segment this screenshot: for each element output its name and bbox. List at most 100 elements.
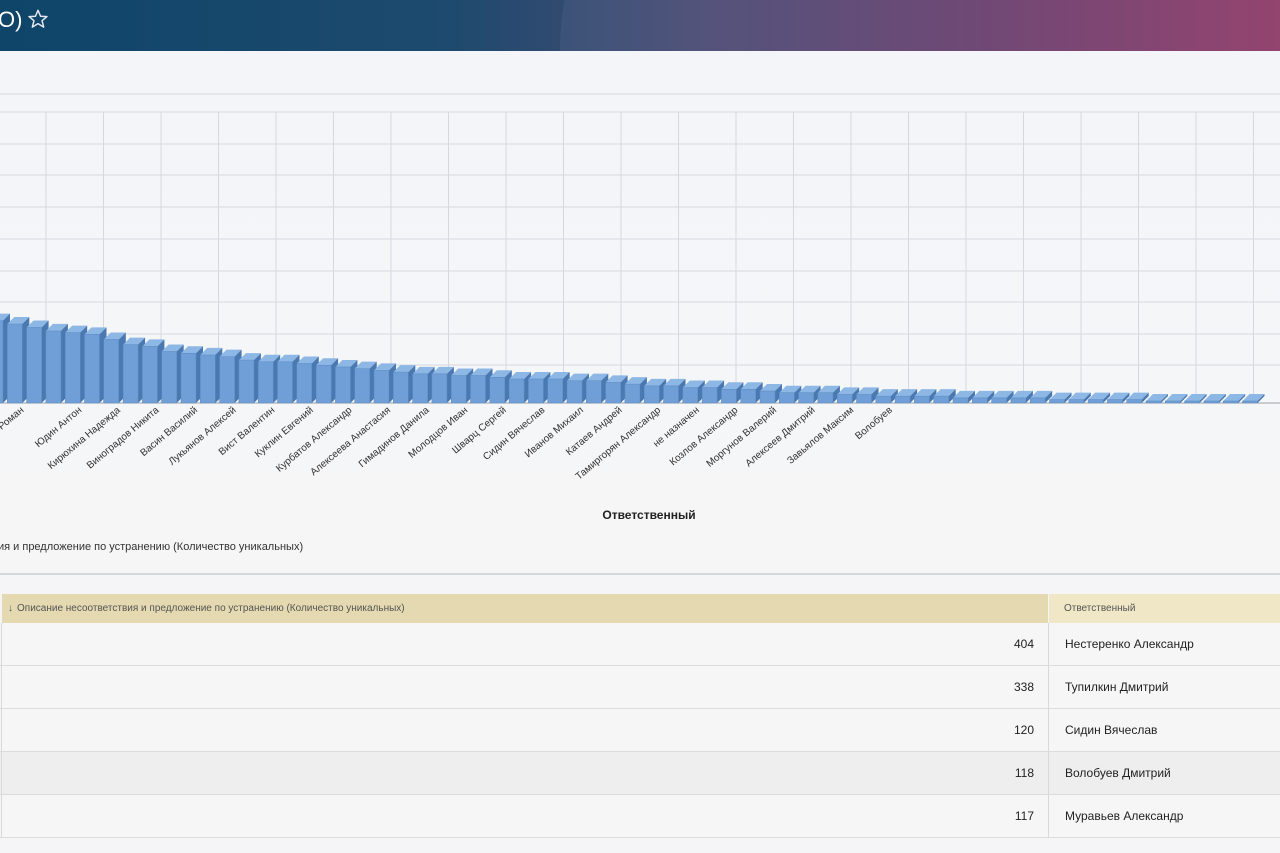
column-header-description[interactable]: ↓ Описание несоответствия и предложение п… — [2, 594, 1048, 623]
bar — [335, 366, 351, 404]
bar — [0, 320, 4, 404]
column-header-description-label: Описание несоответствия и предложение по… — [17, 603, 405, 614]
bar — [605, 382, 621, 404]
bar — [875, 395, 892, 404]
bar — [450, 375, 467, 404]
chart-legend[interactable]: ия и предложение по устранению (Количест… — [0, 541, 303, 553]
bar — [817, 392, 834, 404]
x-tick-label: Виноградов Никита — [85, 405, 162, 472]
bar — [586, 380, 602, 404]
page-title: O) — [0, 7, 23, 32]
bar — [142, 346, 158, 404]
bar — [1184, 400, 1200, 404]
app-header: O) — [0, 0, 1280, 51]
x-tick-label: Виноградов Роман — [0, 405, 26, 470]
bar — [489, 377, 506, 404]
bar — [200, 354, 216, 404]
bar — [393, 371, 409, 404]
row-responsible: Волобуев Дмитрий — [1065, 766, 1171, 780]
x-tick-label: Лукьянов Алексей — [167, 405, 239, 468]
bar — [836, 394, 853, 404]
row-count: 117 — [1014, 809, 1034, 823]
bar — [412, 373, 428, 404]
bar — [1029, 397, 1046, 404]
bar — [238, 359, 255, 404]
bar — [624, 383, 641, 404]
bar — [894, 395, 911, 404]
bar — [1010, 397, 1027, 404]
bar — [103, 339, 120, 404]
bar — [257, 361, 274, 404]
bar — [161, 351, 177, 404]
bar — [26, 327, 42, 404]
bar — [296, 363, 313, 404]
bar — [315, 364, 332, 404]
row-responsible: Сидин Вячеслав — [1065, 723, 1158, 737]
bar-chart: Виноградов РоманЮдин АнтонКирюхина Надеж… — [0, 93, 1280, 482]
bar — [914, 395, 930, 404]
table-row[interactable]: 404 Нестеренко Александр — [0, 623, 1280, 666]
table-row[interactable]: 117 Муравьев Александр — [0, 795, 1280, 838]
column-divider — [1048, 623, 1049, 665]
row-responsible: Тупилкин Дмитрий — [1065, 680, 1169, 694]
bar — [663, 385, 679, 404]
table-row[interactable]: 120 Сидин Вячеслав — [0, 709, 1280, 752]
bar — [180, 352, 197, 404]
sort-desc-icon: ↓ — [8, 603, 13, 614]
row-responsible: Нестеренко Александр — [1065, 637, 1194, 651]
bar — [972, 397, 988, 404]
bar — [84, 334, 100, 404]
bar — [1068, 399, 1085, 404]
x-tick-label: Завьялов Максим — [785, 405, 856, 467]
table-row[interactable]: 118 Волобуев Дмитрий — [0, 752, 1280, 795]
bar — [1087, 399, 1104, 404]
row-count: 404 — [1013, 637, 1034, 651]
column-divider — [1048, 709, 1049, 751]
bar — [528, 378, 544, 404]
bar — [373, 370, 390, 404]
bar — [354, 368, 370, 404]
bar — [1165, 400, 1181, 404]
bar — [952, 397, 969, 404]
bar — [1126, 399, 1142, 404]
bar — [1222, 400, 1239, 404]
x-tick-label: Моргунов Валерий — [705, 405, 779, 470]
bar — [643, 385, 660, 404]
x-tick-label: Кирюхина Надежда — [46, 405, 123, 472]
row-count: 120 — [1013, 723, 1034, 737]
row-responsible: Муравьев Александр — [1065, 809, 1184, 823]
bar — [547, 378, 563, 404]
x-tick-label: Алексеев Дмитрий — [744, 405, 818, 470]
bar — [277, 361, 293, 404]
x-tick-label: Гимадинов Данила — [357, 405, 432, 470]
column-header-responsible[interactable]: Ответственный — [1049, 594, 1280, 623]
bar — [1107, 399, 1123, 404]
column-divider — [1048, 666, 1049, 708]
bar — [7, 323, 23, 404]
bar — [682, 387, 699, 404]
bar — [991, 397, 1007, 404]
data-table: ↓ Описание несоответствия и предложение п… — [0, 594, 1280, 838]
bar — [122, 344, 139, 404]
bar — [508, 378, 525, 404]
bar — [779, 392, 795, 404]
row-count: 338 — [1013, 680, 1034, 694]
bar — [798, 392, 814, 404]
header-decoration — [560, 0, 1280, 51]
table-row[interactable]: 338 Тупилкин Дмитрий — [0, 666, 1280, 709]
bar — [933, 395, 949, 404]
x-tick-label: Козлов Александр — [668, 405, 741, 469]
bar — [1203, 400, 1220, 404]
column-divider — [1048, 752, 1049, 794]
bar — [1242, 400, 1258, 404]
x-tick-label: Волобуев — [853, 404, 895, 442]
bar — [64, 332, 81, 404]
star-outline-icon[interactable] — [27, 8, 49, 30]
table-header: ↓ Описание несоответствия и предложение п… — [0, 594, 1280, 623]
bar — [1145, 400, 1162, 404]
bar — [566, 380, 583, 404]
bar — [740, 389, 756, 404]
chart-panel: Виноградов РоманЮдин АнтонКирюхина Надеж… — [0, 51, 1280, 575]
bar — [856, 394, 872, 404]
bar — [470, 375, 486, 404]
